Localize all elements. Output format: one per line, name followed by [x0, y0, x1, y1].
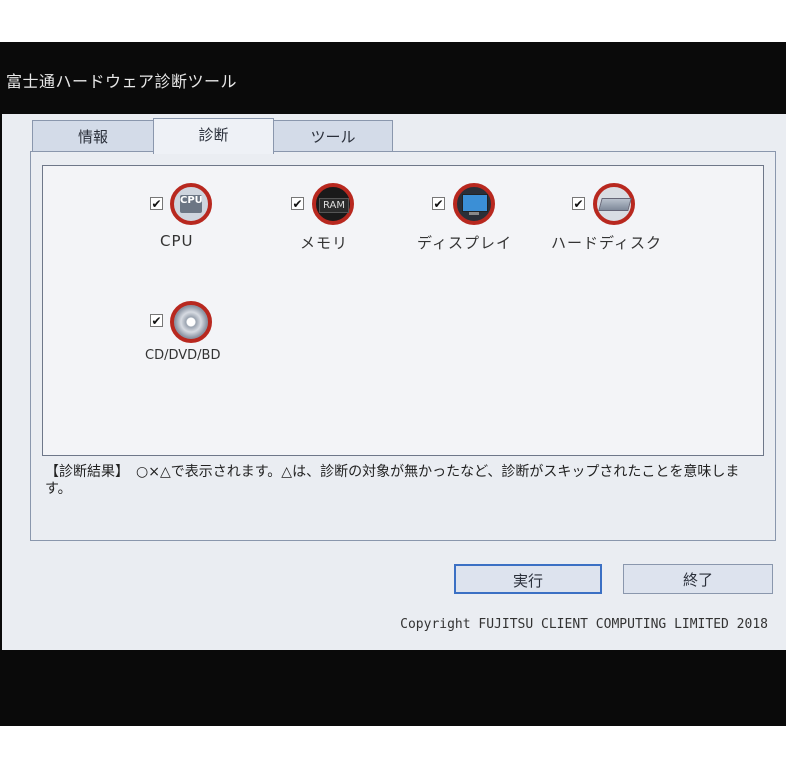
- title-bar: 富士通ハードウェア診断ツール: [0, 42, 786, 114]
- display-label: ディスプレイ: [417, 234, 512, 252]
- exit-button-label: 終了: [682, 571, 713, 589]
- ram-icon: RAM: [312, 183, 354, 225]
- diagnosis-panel: ✔ CPU CPU ✔ RAM メモリ ✔ ディスプレイ ✔ ハードディスク ✔…: [30, 151, 776, 541]
- display-checkbox[interactable]: ✔: [432, 197, 445, 211]
- run-button-label: 実行: [512, 572, 543, 590]
- display-stand: [469, 212, 479, 215]
- device-item-memory[interactable]: ✔ RAM メモリ: [280, 182, 410, 262]
- hard-disk-label: ハードディスク: [551, 234, 662, 252]
- display-screen: [462, 194, 488, 212]
- hard-disk-checkbox[interactable]: ✔: [572, 197, 585, 211]
- display-icon: [453, 183, 495, 225]
- optical-label: CD/DVD/BD: [145, 348, 221, 363]
- screen: 富士通ハードウェア診断ツール 情報 診断 ツール ✔ CPU CPU ✔ RAM…: [0, 42, 786, 726]
- optical-checkbox[interactable]: ✔: [150, 314, 163, 328]
- memory-label: メモリ: [300, 234, 349, 252]
- cpu-label: CPU: [160, 232, 194, 250]
- cpu-icon-text: CPU: [180, 195, 203, 213]
- optical-disc-icon: [170, 301, 212, 343]
- tab-diagnosis-label: 診断: [198, 126, 229, 144]
- device-item-display[interactable]: ✔ ディスプレイ: [417, 182, 551, 262]
- cpu-checkbox[interactable]: ✔: [150, 197, 163, 211]
- memory-checkbox[interactable]: ✔: [291, 197, 304, 211]
- ram-icon-text: RAM: [319, 198, 349, 213]
- copyright-text: Copyright FUJITSU CLIENT COMPUTING LIMIT…: [400, 617, 768, 632]
- hard-disk-body: [598, 198, 632, 211]
- diagnosis-result-text: 【診断結果】 ○×△で表示されます。△は、診断の対象が無かったなど、診断がスキッ…: [45, 464, 740, 497]
- cpu-icon: CPU: [170, 183, 212, 225]
- exit-button[interactable]: 終了: [623, 564, 773, 594]
- device-item-cpu[interactable]: ✔ CPU CPU: [140, 182, 270, 262]
- tab-info[interactable]: 情報: [32, 120, 154, 152]
- tab-info-label: 情報: [77, 128, 108, 146]
- device-item-optical[interactable]: ✔ CD/DVD/BD: [140, 301, 270, 382]
- run-button[interactable]: 実行: [454, 564, 602, 594]
- tab-diagnosis[interactable]: 診断: [153, 118, 274, 154]
- device-item-hard-disk[interactable]: ✔ ハードディスク: [551, 182, 692, 262]
- app-client-area: 情報 診断 ツール ✔ CPU CPU ✔ RAM メモリ ✔ ディスプレイ ✔…: [2, 114, 786, 650]
- window-title: 富士通ハードウェア診断ツール: [6, 72, 238, 91]
- tab-tools[interactable]: ツール: [273, 120, 393, 152]
- hard-disk-icon: [593, 183, 635, 225]
- tab-tools-label: ツール: [310, 128, 356, 146]
- bottom-black-area: [0, 650, 786, 726]
- device-list: ✔ CPU CPU ✔ RAM メモリ ✔ ディスプレイ ✔ ハードディスク ✔…: [42, 165, 764, 456]
